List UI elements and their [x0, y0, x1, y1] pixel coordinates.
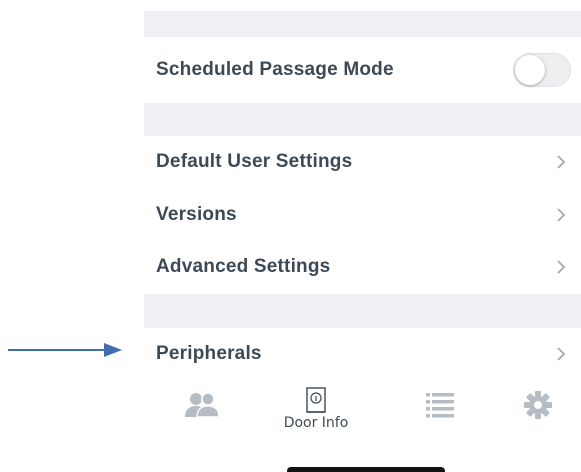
- settings-screen: Scheduled Passage Mode Default User Sett…: [144, 0, 581, 472]
- peripherals-label: Peripherals: [156, 343, 262, 364]
- tab-users[interactable]: [162, 378, 242, 444]
- tab-door-info[interactable]: Door Info: [276, 378, 356, 444]
- versions-row[interactable]: Versions: [144, 189, 581, 241]
- users-icon: [185, 392, 220, 418]
- tab-bar: Door Info: [144, 378, 581, 444]
- chevron-right-icon: [557, 260, 566, 274]
- tab-settings[interactable]: [498, 378, 578, 444]
- section-gap: [144, 103, 581, 138]
- scheduled-passage-mode-row: Scheduled Passage Mode: [144, 44, 581, 96]
- versions-label: Versions: [156, 204, 237, 225]
- list-icon: [426, 393, 454, 418]
- annotation-arrow: [8, 343, 122, 357]
- gear-icon: [524, 391, 552, 419]
- toggle-knob: [515, 55, 545, 85]
- tab-list[interactable]: [400, 378, 480, 444]
- section-gap: [144, 11, 581, 37]
- advanced-settings-label: Advanced Settings: [156, 256, 331, 277]
- door-info-icon: [306, 387, 326, 413]
- chevron-right-icon: [557, 208, 566, 222]
- home-indicator: [287, 467, 445, 472]
- scheduled-passage-mode-toggle[interactable]: [513, 53, 571, 87]
- default-user-settings-row[interactable]: Default User Settings: [144, 136, 581, 188]
- scheduled-passage-mode-label: Scheduled Passage Mode: [156, 59, 394, 80]
- section-gap: [144, 294, 581, 328]
- peripherals-row[interactable]: Peripherals: [144, 328, 581, 380]
- default-user-settings-label: Default User Settings: [156, 151, 353, 172]
- tab-door-info-label: Door Info: [283, 415, 349, 431]
- chevron-right-icon: [557, 347, 566, 361]
- advanced-settings-row[interactable]: Advanced Settings: [144, 241, 581, 293]
- chevron-right-icon: [557, 155, 566, 169]
